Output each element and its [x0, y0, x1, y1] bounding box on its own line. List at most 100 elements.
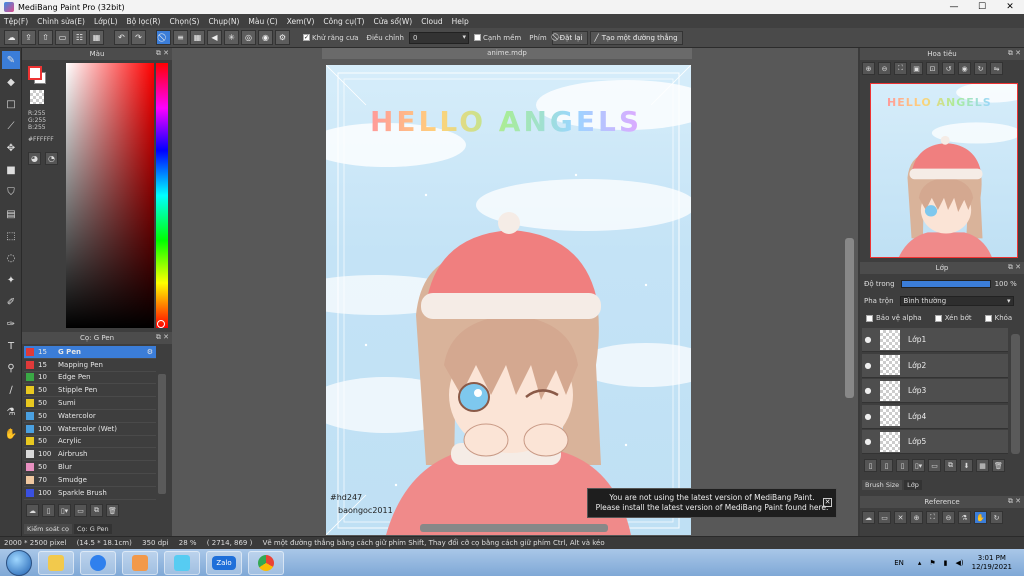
new-halftone-layer-icon[interactable]: ▯ — [880, 459, 893, 472]
delete-brush-icon[interactable]: 🗑 — [106, 504, 119, 517]
brush-item[interactable]: 50 Watercolor — [24, 410, 156, 423]
comment-icon[interactable]: ▭ — [55, 30, 70, 45]
close-reference-icon[interactable]: ✕ — [894, 511, 907, 524]
dot-tool-icon[interactable]: □ — [2, 95, 20, 113]
add-brush-icon[interactable]: ▯▾ — [58, 504, 71, 517]
fill-rect-tool-icon[interactable]: ■ — [2, 161, 20, 179]
menu-filter[interactable]: Bộ lọc(R) — [127, 17, 161, 26]
brush-item[interactable]: 100 Sparkle Brush — [24, 487, 156, 500]
circle-snap-icon[interactable]: ◎ — [241, 30, 256, 45]
close-notice-icon[interactable]: ✕ — [823, 498, 832, 507]
canvas-vertical-scrollbar[interactable] — [845, 238, 854, 398]
hand-icon[interactable]: ✋ — [974, 511, 987, 524]
team-icon[interactable]: ☷ — [72, 30, 87, 45]
lock-checkbox[interactable] — [984, 314, 992, 322]
settings-snap-icon[interactable]: ⚙ — [275, 30, 290, 45]
brush-item[interactable]: 50 Stipple Pen — [24, 384, 156, 398]
language-indicator[interactable]: EN — [894, 559, 904, 567]
menu-select[interactable]: Chọn(S) — [169, 17, 199, 26]
grid-icon[interactable]: ▦ — [89, 30, 104, 45]
menu-cloud[interactable]: Cloud — [421, 17, 442, 26]
brush-item[interactable]: 10 Edge Pen — [24, 372, 156, 385]
panel-float-icon[interactable]: ⧉ ✕ — [156, 333, 169, 342]
gear-icon[interactable]: ⚙ — [147, 348, 153, 356]
folder-icon[interactable]: ▭ — [74, 504, 87, 517]
brush-item[interactable]: 15 Mapping Pen — [24, 359, 156, 372]
tab-layer[interactable]: Lớp — [904, 480, 922, 490]
fit-icon[interactable]: ⛶ — [894, 62, 907, 75]
volume-icon[interactable]: ◀) — [956, 559, 964, 567]
move-tool-icon[interactable]: ✥ — [2, 139, 20, 157]
protect-alpha-checkbox[interactable] — [866, 314, 873, 322]
cloud-icon[interactable]: ☁ — [862, 511, 875, 524]
fit-width-icon[interactable]: ⊡ — [926, 62, 939, 75]
brush-item[interactable]: 100 Watercolor (Wet) — [24, 423, 156, 436]
menu-help[interactable]: Help — [452, 17, 469, 26]
share-icon[interactable]: ⇧ — [38, 30, 53, 45]
new-layer-icon[interactable]: ▯ — [864, 459, 877, 472]
merge-layer-icon[interactable]: ⬇ — [960, 459, 973, 472]
cloud-icon[interactable]: ☁ — [4, 30, 19, 45]
brush-tool-icon[interactable]: ✎ — [2, 51, 20, 69]
straight-line-button[interactable]: ╱ Tạo một đường thẳng — [589, 30, 683, 45]
radial-snap-icon[interactable]: ✳ — [224, 30, 239, 45]
hue-slider[interactable] — [156, 63, 168, 328]
cross-snap-icon[interactable]: ▦ — [190, 30, 205, 45]
select-tool-icon[interactable]: ⬚ — [2, 227, 20, 245]
transparent-color-swatch[interactable] — [30, 90, 44, 104]
panel-float-icon[interactable]: ⧉ ✕ — [1008, 49, 1021, 58]
antialias-option[interactable]: ✓ Khử răng cưa — [303, 34, 359, 42]
upload-icon[interactable]: ⇪ — [21, 30, 36, 45]
maximize-button[interactable]: ☐ — [968, 0, 996, 14]
rotate-icon[interactable]: ↻ — [990, 511, 1003, 524]
taskbar-media[interactable] — [122, 550, 158, 575]
antialias-checkbox[interactable]: ✓ — [303, 34, 310, 41]
panel-float-icon[interactable]: ⧉ ✕ — [1008, 497, 1021, 506]
curve-snap-icon[interactable]: ◉ — [258, 30, 273, 45]
visibility-eye-icon[interactable]: ● — [862, 412, 874, 421]
hand-tool-icon[interactable]: ✋ — [2, 425, 20, 443]
saturation-value-picker[interactable] — [66, 63, 154, 328]
magic-wand-tool-icon[interactable]: ✦ — [2, 271, 20, 289]
visibility-eye-icon[interactable]: ● — [862, 386, 874, 395]
opacity-slider[interactable] — [900, 280, 991, 288]
redo-icon[interactable]: ↷ — [131, 30, 146, 45]
brush-item[interactable]: 100 Airbrush — [24, 448, 156, 462]
operation-tool-icon[interactable]: ⚲ — [2, 359, 20, 377]
close-button[interactable]: ✕ — [996, 0, 1024, 14]
parallel-snap-icon[interactable]: ≡ — [173, 30, 188, 45]
rotate-right-icon[interactable]: ↻ — [974, 62, 987, 75]
bucket-tool-icon[interactable]: ⛉ — [2, 183, 20, 201]
visibility-eye-icon[interactable]: ● — [862, 437, 874, 446]
document-tab[interactable]: anime.mdp — [322, 48, 692, 59]
flip-icon[interactable]: ⇋ — [990, 62, 1003, 75]
duplicate-layer-icon[interactable]: ⧉ — [944, 459, 957, 472]
reset-rotation-icon[interactable]: ◉ — [958, 62, 971, 75]
menu-view[interactable]: Xem(V) — [287, 17, 315, 26]
taskbar-chrome[interactable] — [248, 550, 284, 575]
select-pen-tool-icon[interactable]: ✐ — [2, 293, 20, 311]
soft-edge-option[interactable]: Cạnh mềm — [474, 34, 521, 42]
flag-icon[interactable]: ⚑ — [929, 559, 935, 567]
clipping-checkbox[interactable] — [934, 314, 942, 322]
undo-icon[interactable]: ↶ — [114, 30, 129, 45]
foreground-color-swatch[interactable] — [28, 66, 42, 80]
gradient-tool-icon[interactable]: ▤ — [2, 205, 20, 223]
layer-item[interactable]: ● Lớp1 — [862, 328, 1008, 352]
visibility-eye-icon[interactable]: ● — [862, 361, 874, 370]
menu-file[interactable]: Tệp(F) — [4, 17, 28, 26]
eyedropper-icon[interactable]: ⚗ — [958, 511, 971, 524]
network-icon[interactable]: ▮ — [944, 559, 948, 567]
layer-item[interactable]: ● Lớp3 — [862, 379, 1008, 403]
canvas-area[interactable]: anime.mdp HELLO ANGELS #hd247 baongoc201… — [172, 48, 858, 536]
tray-expand-icon[interactable]: ▴ — [918, 559, 922, 567]
menu-tools[interactable]: Công cụ(T) — [323, 17, 364, 26]
layer-item[interactable]: ● Lớp5 — [862, 430, 1008, 454]
start-button[interactable] — [6, 549, 32, 576]
lasso-tool-icon[interactable]: ◌ — [2, 249, 20, 267]
hue-slider-handle[interactable] — [157, 320, 165, 328]
brush-item[interactable]: 50 Blur — [24, 461, 156, 474]
taskbar-explorer[interactable] — [38, 550, 74, 575]
delete-layer-icon[interactable]: 🗑 — [992, 459, 1005, 472]
divide-tool-icon[interactable]: ∕ — [2, 381, 20, 399]
